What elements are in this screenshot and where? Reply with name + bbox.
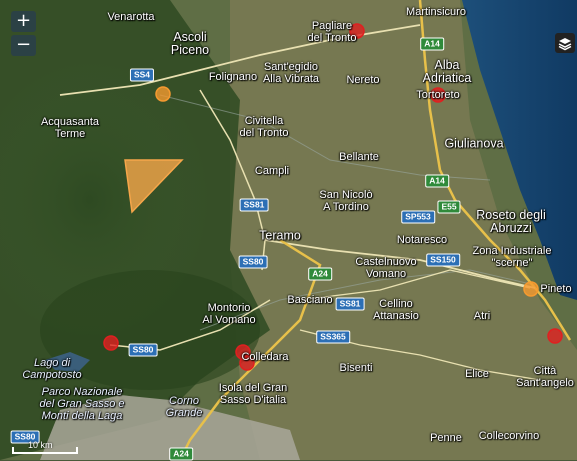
place-label-sannicolo: San Nicolò A Tordino	[319, 189, 373, 213]
place-label-teramo: Teramo	[259, 228, 301, 243]
place-label-giulianova: Giulianova	[444, 136, 504, 151]
scale-bar: 10 km	[12, 440, 78, 454]
event-marker[interactable]	[547, 328, 563, 344]
road-shield-ss80b: SS80	[128, 343, 158, 357]
layers-button[interactable]	[555, 33, 575, 53]
place-label-civitella: Civitella del Tronto	[239, 115, 289, 139]
road-shield-a14a: A14	[420, 37, 444, 51]
road-shield-ss81a: SS81	[239, 198, 269, 212]
place-label-pineto: Pineto	[540, 283, 572, 295]
place-label-alba: Alba Adriatica	[422, 58, 472, 85]
place-label-acquasanta: Acquasanta Terme	[40, 116, 100, 140]
place-label-montorio: Montorio Al Vomano	[202, 302, 256, 326]
event-marker[interactable]	[103, 335, 119, 351]
place-label-pagliare: Pagliare del Tronto	[307, 20, 357, 44]
place-label-bellante: Bellante	[339, 151, 379, 163]
zoom-in-button[interactable]: +	[11, 11, 36, 32]
place-label-penne: Penne	[430, 432, 462, 444]
place-label-atri: Atri	[473, 310, 491, 322]
road-shield-ss80a: SS80	[238, 255, 268, 269]
place-label-campli: Campli	[254, 165, 290, 177]
place-label-notaresco: Notaresco	[396, 234, 448, 246]
place-label-collecorvino: Collecorvino	[478, 430, 540, 442]
place-label-citta: Città Sant'angelo	[516, 365, 574, 389]
road-shield-ss81b: SS81	[335, 297, 365, 311]
layers-icon	[558, 38, 572, 51]
place-label-elice: Elice	[465, 368, 489, 380]
place-label-cellino: Cellino Attanasio	[373, 298, 419, 322]
place-label-castelnuovo: Castelnuovo Vomano	[355, 256, 417, 280]
place-label-martinsicuro: Martinsicuro	[406, 6, 466, 18]
place-label-ascoli: Ascoli Piceno	[170, 30, 210, 57]
road-shield-ss150: SS150	[426, 253, 460, 267]
road-shield-a24b: A24	[169, 447, 193, 461]
place-label-parco: Parco Nazionale del Gran Sasso e Monti del…	[39, 386, 125, 422]
road-shield-a14b: A14	[425, 174, 449, 188]
event-marker[interactable]	[155, 86, 171, 102]
place-label-isola: Isola del Gran Sasso D'italia	[218, 382, 288, 406]
place-label-santegidio: Sant'egidio Alla Vibrata	[262, 61, 320, 85]
place-label-corno: Corno Grande	[165, 395, 203, 419]
place-label-basciano: Basciano	[287, 294, 333, 306]
place-label-venarotta: Venarotta	[107, 11, 155, 23]
road-shield-a24a: A24	[308, 267, 332, 281]
road-shield-ss4: SS4	[129, 68, 155, 82]
road-shield-sp553: SP553	[401, 210, 435, 224]
place-label-bisenti: Bisenti	[339, 362, 373, 374]
place-label-folignano: Folignano	[208, 71, 258, 83]
place-label-zona: Zona Industriale "scerne"	[472, 245, 552, 269]
road-shield-ss365: SS365	[316, 330, 350, 344]
road-shield-e55: E55	[437, 200, 461, 214]
place-label-roseto: Roseto degli Abruzzi	[476, 208, 546, 235]
place-label-tortoreto: Tortoreto	[416, 89, 460, 101]
event-marker[interactable]	[523, 281, 539, 297]
place-label-lago: Lago di Campotosto	[22, 357, 82, 381]
place-label-colledara: Colledara	[241, 351, 289, 363]
scale-label: 10 km	[28, 440, 53, 450]
place-label-nereto: Nereto	[346, 74, 380, 86]
zoom-out-button[interactable]: −	[11, 35, 36, 56]
